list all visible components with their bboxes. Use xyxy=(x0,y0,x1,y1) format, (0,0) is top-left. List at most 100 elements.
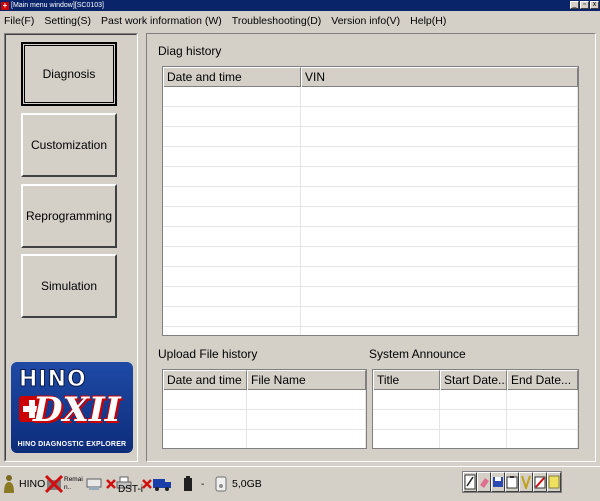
table-cell xyxy=(507,430,578,448)
table-cell xyxy=(163,307,301,327)
table-cell xyxy=(301,147,578,167)
column-header-date-time[interactable]: Date and time xyxy=(163,370,247,390)
tools-icon xyxy=(521,475,531,489)
remain-status[interactable]: Remai n.. xyxy=(45,467,84,501)
brand-status: HINO xyxy=(2,467,45,501)
logo-brand: HINO xyxy=(19,367,87,393)
maximize-button[interactable]: ▫ xyxy=(580,1,589,9)
table-cell xyxy=(507,410,578,430)
menu-troubleshooting[interactable]: Troubleshooting(D) xyxy=(232,15,322,27)
table-cell xyxy=(373,430,440,448)
menu-help[interactable]: Help(H) xyxy=(410,15,446,27)
table-row[interactable] xyxy=(163,227,578,247)
dst-status[interactable]: DST-i xyxy=(106,467,143,501)
table-body xyxy=(163,87,578,335)
main-content-panel: Diag history Date and time VIN Upload Fi… xyxy=(146,33,596,462)
table-row[interactable] xyxy=(163,390,366,410)
window-controls: _ ▫ x xyxy=(570,1,599,9)
upload-history-title: Upload File history xyxy=(158,347,258,361)
table-row[interactable] xyxy=(373,390,578,410)
table-cell xyxy=(301,247,578,267)
table-cell xyxy=(373,410,440,430)
table-cell xyxy=(373,390,440,410)
table-cell xyxy=(301,267,578,287)
customization-button[interactable]: Customization xyxy=(21,113,117,177)
table-cell xyxy=(163,227,301,247)
table-cell xyxy=(163,87,301,107)
table-row[interactable] xyxy=(163,247,578,267)
clipboard-tool[interactable] xyxy=(505,472,519,492)
column-header-end-date[interactable]: End Date... xyxy=(507,370,578,390)
table-row[interactable] xyxy=(163,267,578,287)
table-row[interactable] xyxy=(163,410,366,430)
column-header-vin[interactable]: VIN xyxy=(301,67,578,87)
save-tool[interactable] xyxy=(491,472,505,492)
error-x-icon xyxy=(106,479,116,489)
truck-icon xyxy=(153,479,171,491)
table-row[interactable] xyxy=(373,430,578,448)
table-cell xyxy=(301,307,578,327)
close-button[interactable]: x xyxy=(590,1,599,9)
table-row[interactable] xyxy=(163,187,578,207)
table-cell xyxy=(301,87,578,107)
table-row[interactable] xyxy=(163,430,366,448)
table-row[interactable] xyxy=(373,410,578,430)
menu-file[interactable]: File(F) xyxy=(4,15,34,27)
table-row[interactable] xyxy=(163,147,578,167)
diag-history-table[interactable]: Date and time VIN xyxy=(162,66,579,336)
table-body xyxy=(373,390,578,448)
separator-label: - xyxy=(201,478,205,490)
table-row[interactable] xyxy=(163,327,578,335)
menu-past-work-information[interactable]: Past work information (W) xyxy=(101,15,222,27)
table-row[interactable] xyxy=(163,287,578,307)
column-header-file-name[interactable]: File Name xyxy=(247,370,366,390)
eraser-icon xyxy=(480,478,489,488)
minimize-button[interactable]: _ xyxy=(570,1,579,9)
column-header-start-date[interactable]: Start Date... xyxy=(440,370,507,390)
tools-tool[interactable] xyxy=(519,472,533,492)
link-status xyxy=(142,467,172,501)
status-bar: HINO Remai n.. DST-i - 5,0GB xyxy=(0,466,600,500)
menu-setting[interactable]: Setting(S) xyxy=(44,15,91,27)
table-row[interactable] xyxy=(163,87,578,107)
table-cell xyxy=(163,127,301,147)
column-header-title[interactable]: Title xyxy=(373,370,440,390)
diagnosis-button[interactable]: Diagnosis xyxy=(21,42,117,106)
upload-history-table[interactable]: Date and time File Name xyxy=(162,369,367,449)
left-nav-panel: Diagnosis Customization Reprogramming Si… xyxy=(4,33,138,462)
table-header: Title Start Date... End Date... xyxy=(373,370,578,390)
disk-free-label: 5,0GB xyxy=(232,478,262,490)
menu-version-info[interactable]: Version info(V) xyxy=(331,15,400,27)
disk-status: 5,0GB xyxy=(214,467,262,501)
notepad-tool[interactable] xyxy=(463,472,477,492)
table-cell xyxy=(247,390,366,410)
disk-icon xyxy=(215,476,227,492)
table-cell xyxy=(163,430,247,448)
notes-tool[interactable] xyxy=(547,472,561,492)
pencil-icon xyxy=(464,474,476,490)
table-cell xyxy=(301,227,578,247)
report-icon xyxy=(534,476,546,489)
table-cell xyxy=(301,167,578,187)
table-row[interactable] xyxy=(163,107,578,127)
reprogramming-button[interactable]: Reprogramming xyxy=(21,184,117,248)
table-row[interactable] xyxy=(163,127,578,147)
brand-label: HINO xyxy=(19,478,46,490)
column-header-date-time[interactable]: Date and time xyxy=(163,67,301,87)
report-tool[interactable] xyxy=(533,472,547,492)
table-row[interactable] xyxy=(163,167,578,187)
battery-status: - xyxy=(182,467,204,501)
system-announce-table[interactable]: Title Start Date... End Date... xyxy=(372,369,579,449)
table-row[interactable] xyxy=(163,207,578,227)
table-cell xyxy=(163,187,301,207)
diag-history-title: Diag history xyxy=(158,44,222,58)
title-bar: + [Main menu window][SC0103] _ ▫ x xyxy=(0,0,600,11)
table-cell xyxy=(163,207,301,227)
table-cell xyxy=(163,167,301,187)
table-cell xyxy=(440,430,507,448)
table-cell xyxy=(507,390,578,410)
simulation-button[interactable]: Simulation xyxy=(21,254,117,318)
table-row[interactable] xyxy=(163,307,578,327)
eraser-tool[interactable] xyxy=(477,472,491,492)
error-x-icon xyxy=(45,474,63,494)
